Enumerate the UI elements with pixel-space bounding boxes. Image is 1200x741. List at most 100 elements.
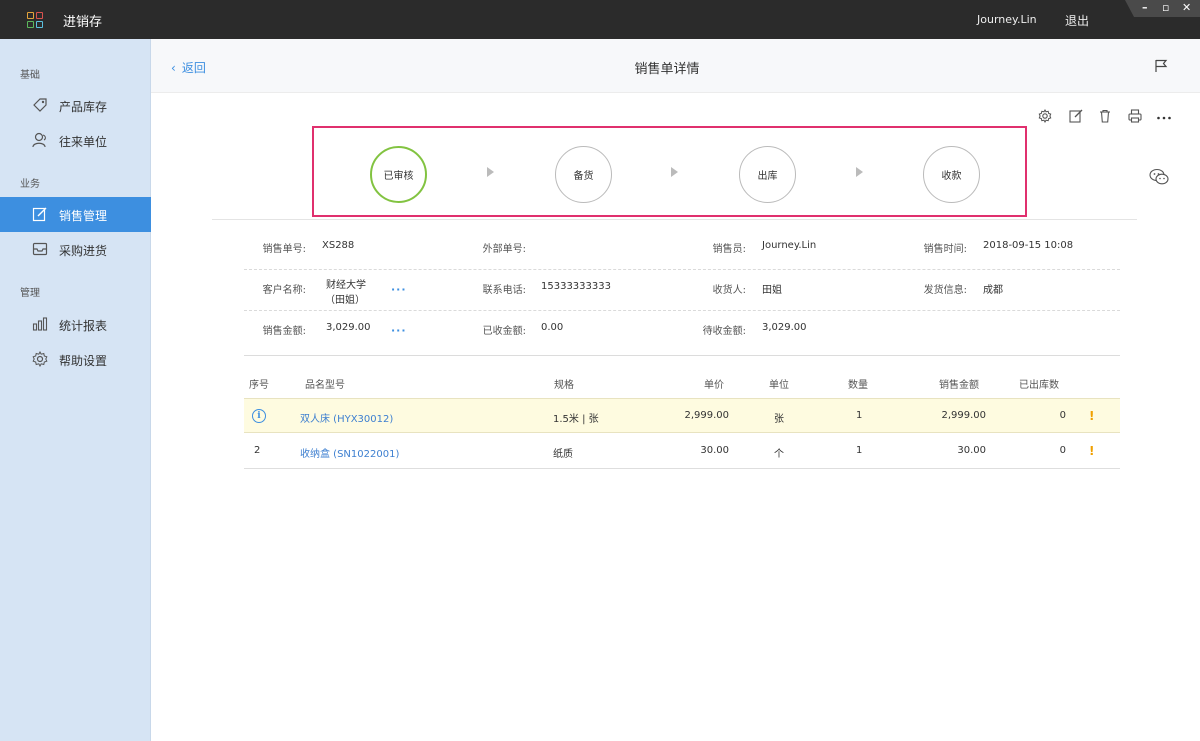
customer-name: 财经大学	[326, 280, 366, 291]
salesperson-label: 销售员:	[712, 244, 746, 255]
index-cell: 2	[254, 445, 261, 456]
page-header: ‹ 返回 销售单详情	[151, 39, 1200, 93]
divider	[244, 355, 1120, 356]
sidebar: 基础 产品库存 往来单位 业务 销售管理 采购进货 管理 统计报表 帮助设置	[0, 39, 151, 741]
customer-label: 客户名称:	[262, 285, 306, 296]
shipped-cell: 0	[1059, 445, 1066, 456]
trash-icon[interactable]	[1097, 108, 1113, 124]
spec-cell: 纸质	[553, 449, 573, 460]
sidebar-item-label: 往来单位	[59, 135, 108, 149]
contacts-icon	[32, 132, 46, 148]
sidebar-item-sales-management[interactable]: 销售管理	[0, 197, 151, 232]
product-name-link[interactable]: 收纳盒 (SN1022001)	[300, 445, 399, 460]
amount-cell: 30.00	[957, 445, 986, 456]
flag-icon[interactable]	[1154, 59, 1168, 73]
phone-label: 联系电话:	[482, 285, 526, 296]
col-header-unit: 单位	[769, 380, 789, 391]
arrow-right-icon	[671, 167, 678, 177]
price-cell: 30.00	[700, 445, 729, 456]
ship-info-label: 发货信息:	[923, 285, 967, 296]
page-title: 销售单详情	[634, 62, 700, 77]
arrow-right-icon	[487, 167, 494, 177]
table-row[interactable]: i 双人床 (HYX30012) 1.5米 | 张 2,999.00 张 1 2…	[244, 398, 1120, 433]
gear-icon	[32, 351, 48, 367]
maximize-button[interactable]: ▫	[1162, 1, 1169, 14]
user-name[interactable]: Journey.Lin	[977, 13, 1037, 26]
col-header-shipped: 已出库数	[1019, 380, 1059, 391]
sidebar-group-basic: 基础	[20, 70, 40, 81]
sidebar-item-purchasing[interactable]: 采购进货	[0, 232, 151, 267]
customer-contact: （田姐）	[325, 295, 365, 306]
external-no-label: 外部单号:	[482, 244, 526, 255]
phone-value: 15333333333	[541, 281, 611, 292]
pending-label: 待收金额:	[702, 326, 746, 337]
receiver-value: 田姐	[762, 285, 782, 296]
dashed-divider	[244, 269, 1120, 270]
customer-more-button[interactable]: ···	[391, 283, 407, 296]
receiver-label: 收货人:	[712, 285, 746, 296]
sidebar-item-label: 销售管理	[59, 209, 108, 223]
divider	[212, 219, 1137, 220]
tag-icon	[33, 98, 47, 112]
title-bar: 进销存 Journey.Lin 退出 – ▫ ✕	[0, 0, 1200, 39]
sidebar-item-help-settings[interactable]: 帮助设置	[0, 342, 151, 377]
workflow-step-approved[interactable]: 已审核	[370, 146, 427, 203]
shipped-cell: 0	[1059, 410, 1066, 421]
workflow-step-outbound[interactable]: 出库	[739, 146, 796, 203]
product-name-link[interactable]: 双人床 (HYX30012)	[300, 410, 393, 425]
col-header-index: 序号	[249, 380, 269, 391]
info-icon[interactable]: i	[252, 409, 266, 423]
spec-cell: 1.5米 | 张	[553, 414, 599, 425]
app-title: 进销存	[63, 15, 103, 30]
window-controls: – ▫ ✕	[1125, 0, 1200, 17]
col-header-qty: 数量	[848, 380, 868, 391]
amount-cell: 2,999.00	[941, 410, 986, 421]
dashed-divider	[244, 310, 1120, 311]
unit-cell: 张	[774, 414, 784, 425]
warning-icon[interactable]: !	[1089, 409, 1094, 423]
qty-cell: 1	[856, 410, 863, 421]
ship-info-value: 成都	[983, 285, 1003, 296]
amount-label: 销售金额:	[262, 326, 306, 337]
workflow-step-prepare[interactable]: 备货	[555, 146, 612, 203]
sidebar-item-label: 帮助设置	[59, 354, 108, 368]
settings-icon[interactable]	[1037, 108, 1053, 124]
sidebar-item-label: 采购进货	[59, 244, 108, 258]
col-header-name: 品名型号	[305, 380, 345, 391]
sale-no-value: XS288	[322, 240, 355, 251]
app-logo-icon	[27, 12, 43, 28]
price-cell: 2,999.00	[684, 410, 729, 421]
sidebar-group-business: 业务	[20, 179, 40, 190]
edit-icon[interactable]	[1068, 108, 1084, 124]
minimize-button[interactable]: –	[1142, 1, 1148, 14]
more-icon[interactable]	[1156, 108, 1172, 124]
unit-cell: 个	[774, 449, 784, 460]
sidebar-item-product-inventory[interactable]: 产品库存	[0, 88, 151, 123]
sale-time-value: 2018-09-15 10:08	[983, 240, 1074, 251]
col-header-price: 单价	[704, 380, 724, 391]
sidebar-item-reports[interactable]: 统计报表	[0, 307, 151, 342]
salesperson-value: Journey.Lin	[762, 240, 817, 251]
table-row[interactable]: 2 收纳盒 (SN1022001) 纸质 30.00 个 1 30.00 0 !	[244, 434, 1120, 469]
inbox-icon	[32, 242, 48, 256]
logout-link[interactable]: 退出	[1065, 12, 1089, 29]
col-header-spec: 规格	[554, 380, 574, 391]
wechat-icon[interactable]	[1149, 168, 1169, 186]
sale-no-label: 销售单号:	[262, 244, 306, 255]
edit-icon	[32, 207, 47, 222]
print-icon[interactable]	[1127, 108, 1143, 124]
warning-icon[interactable]: !	[1089, 444, 1094, 458]
sidebar-item-contacts[interactable]: 往来单位	[0, 123, 151, 158]
bar-chart-icon	[32, 317, 48, 331]
sale-time-label: 销售时间:	[923, 244, 967, 255]
sidebar-item-label: 产品库存	[59, 100, 108, 114]
close-button[interactable]: ✕	[1182, 1, 1191, 14]
qty-cell: 1	[856, 445, 863, 456]
workflow-step-payment[interactable]: 收款	[923, 146, 980, 203]
pending-value: 3,029.00	[762, 322, 807, 333]
amount-more-button[interactable]: ···	[391, 324, 407, 337]
received-label: 已收金额:	[482, 326, 526, 337]
arrow-right-icon	[856, 167, 863, 177]
amount-value: 3,029.00	[326, 322, 371, 333]
sidebar-item-label: 统计报表	[59, 319, 108, 333]
